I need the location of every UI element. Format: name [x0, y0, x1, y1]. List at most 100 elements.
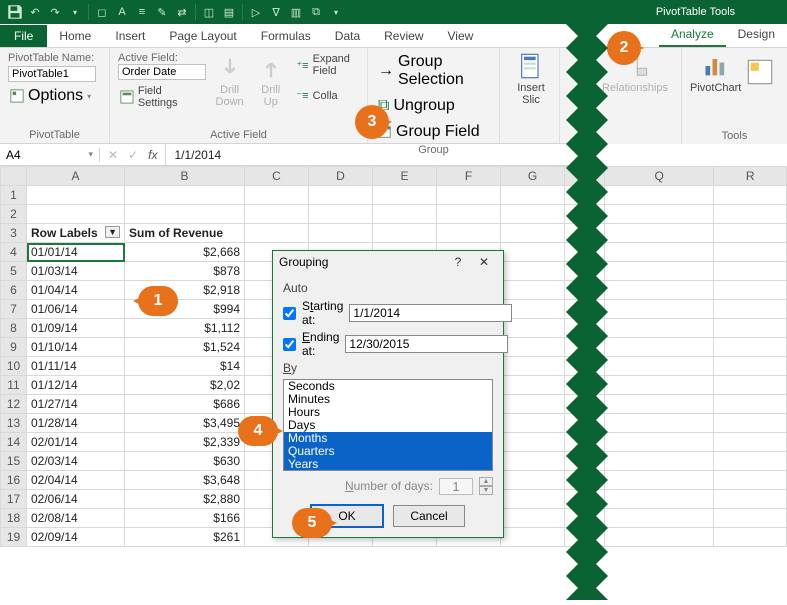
- cell[interactable]: $878: [125, 262, 245, 281]
- cell[interactable]: [714, 376, 787, 395]
- cell[interactable]: [605, 471, 714, 490]
- cell[interactable]: $686: [125, 395, 245, 414]
- field-settings-button[interactable]: Field Settings: [118, 84, 206, 110]
- tab-insert[interactable]: Insert: [103, 25, 157, 47]
- cell[interactable]: [605, 509, 714, 528]
- cell[interactable]: [605, 205, 714, 224]
- cell[interactable]: $3,648: [125, 471, 245, 490]
- cell[interactable]: 01/12/14: [27, 376, 125, 395]
- cell[interactable]: [605, 243, 714, 262]
- cell[interactable]: [437, 186, 501, 205]
- cell[interactable]: [714, 452, 787, 471]
- fx-icon[interactable]: fx: [148, 148, 157, 162]
- cell[interactable]: [714, 357, 787, 376]
- cell[interactable]: [501, 224, 565, 243]
- col-header[interactable]: B: [125, 167, 245, 186]
- row-header[interactable]: 6: [1, 281, 27, 300]
- row-header[interactable]: 2: [1, 205, 27, 224]
- cell[interactable]: [714, 471, 787, 490]
- cell[interactable]: [27, 186, 125, 205]
- row-header[interactable]: 1: [1, 186, 27, 205]
- cell[interactable]: 02/06/14: [27, 490, 125, 509]
- cell[interactable]: Row Labels▼: [27, 224, 125, 243]
- cancel-button[interactable]: Cancel: [393, 505, 465, 527]
- row-header[interactable]: 3: [1, 224, 27, 243]
- cell[interactable]: [605, 490, 714, 509]
- col-header[interactable]: E: [373, 167, 437, 186]
- cell[interactable]: [501, 509, 565, 528]
- tab-design[interactable]: Design: [726, 23, 787, 47]
- cell[interactable]: [27, 205, 125, 224]
- cell[interactable]: $3,495: [125, 414, 245, 433]
- cell[interactable]: $2,880: [125, 490, 245, 509]
- tab-analyze[interactable]: Analyze: [659, 23, 726, 47]
- qat-icon[interactable]: ≡: [133, 3, 151, 21]
- cell[interactable]: 02/01/14: [27, 433, 125, 452]
- row-header[interactable]: 13: [1, 414, 27, 433]
- cell[interactable]: [605, 319, 714, 338]
- cell[interactable]: [714, 509, 787, 528]
- tab-file[interactable]: File: [0, 25, 47, 47]
- cell[interactable]: 01/27/14: [27, 395, 125, 414]
- cell[interactable]: [714, 224, 787, 243]
- formula-value[interactable]: 1/1/2014: [174, 148, 221, 162]
- cell[interactable]: [605, 452, 714, 471]
- cell[interactable]: [309, 186, 373, 205]
- qat-icon[interactable]: ◻: [93, 3, 111, 21]
- list-option[interactable]: Years: [284, 458, 492, 471]
- cell[interactable]: [245, 205, 309, 224]
- name-box[interactable]: A4▾: [0, 148, 100, 162]
- qat-icon[interactable]: ✎: [153, 3, 171, 21]
- cell[interactable]: [714, 414, 787, 433]
- cell[interactable]: 01/10/14: [27, 338, 125, 357]
- cell[interactable]: 01/11/14: [27, 357, 125, 376]
- row-header[interactable]: 4: [1, 243, 27, 262]
- cell[interactable]: [501, 452, 565, 471]
- cell[interactable]: 01/04/14: [27, 281, 125, 300]
- cell[interactable]: [501, 357, 565, 376]
- cell[interactable]: [714, 528, 787, 547]
- cell[interactable]: [501, 376, 565, 395]
- by-listbox[interactable]: SecondsMinutesHoursDaysMonthsQuartersYea…: [283, 379, 493, 471]
- col-header[interactable]: R: [714, 167, 787, 186]
- col-header[interactable]: C: [245, 167, 309, 186]
- cell[interactable]: $2,02: [125, 376, 245, 395]
- cell[interactable]: $261: [125, 528, 245, 547]
- cell[interactable]: [125, 205, 245, 224]
- redo-icon[interactable]: ↷: [46, 3, 64, 21]
- cell[interactable]: [605, 357, 714, 376]
- tab-page-layout[interactable]: Page Layout: [157, 25, 248, 47]
- cell[interactable]: [373, 224, 437, 243]
- cell[interactable]: [501, 490, 565, 509]
- cell[interactable]: 02/09/14: [27, 528, 125, 547]
- collapse-field-button[interactable]: ⁻≡ Colla: [294, 88, 359, 103]
- cell[interactable]: [501, 262, 565, 281]
- cell[interactable]: [605, 414, 714, 433]
- cell[interactable]: [373, 186, 437, 205]
- cell[interactable]: [605, 528, 714, 547]
- insert-slicer-button[interactable]: Insert Slic: [508, 52, 554, 106]
- cell[interactable]: [501, 433, 565, 452]
- tab-view[interactable]: View: [436, 25, 486, 47]
- chevron-down-icon[interactable]: ▾: [327, 3, 345, 21]
- cell[interactable]: 01/01/14: [27, 243, 125, 262]
- cell[interactable]: [714, 433, 787, 452]
- cell[interactable]: [605, 224, 714, 243]
- qat-icon[interactable]: ▥: [287, 3, 305, 21]
- qat-icon[interactable]: A: [113, 3, 131, 21]
- col-header[interactable]: D: [309, 167, 373, 186]
- row-header[interactable]: 10: [1, 357, 27, 376]
- enter-icon[interactable]: ✓: [128, 148, 138, 162]
- row-header[interactable]: 16: [1, 471, 27, 490]
- list-option[interactable]: Hours: [284, 406, 492, 419]
- cell[interactable]: 02/03/14: [27, 452, 125, 471]
- row-header[interactable]: 15: [1, 452, 27, 471]
- tab-data[interactable]: Data: [323, 25, 372, 47]
- cell[interactable]: 01/28/14: [27, 414, 125, 433]
- undo-icon[interactable]: ↶: [26, 3, 44, 21]
- cell[interactable]: [501, 243, 565, 262]
- cell[interactable]: $630: [125, 452, 245, 471]
- help-icon[interactable]: ?: [445, 255, 471, 269]
- filter-icon[interactable]: ∇: [267, 3, 285, 21]
- col-header[interactable]: Q: [605, 167, 714, 186]
